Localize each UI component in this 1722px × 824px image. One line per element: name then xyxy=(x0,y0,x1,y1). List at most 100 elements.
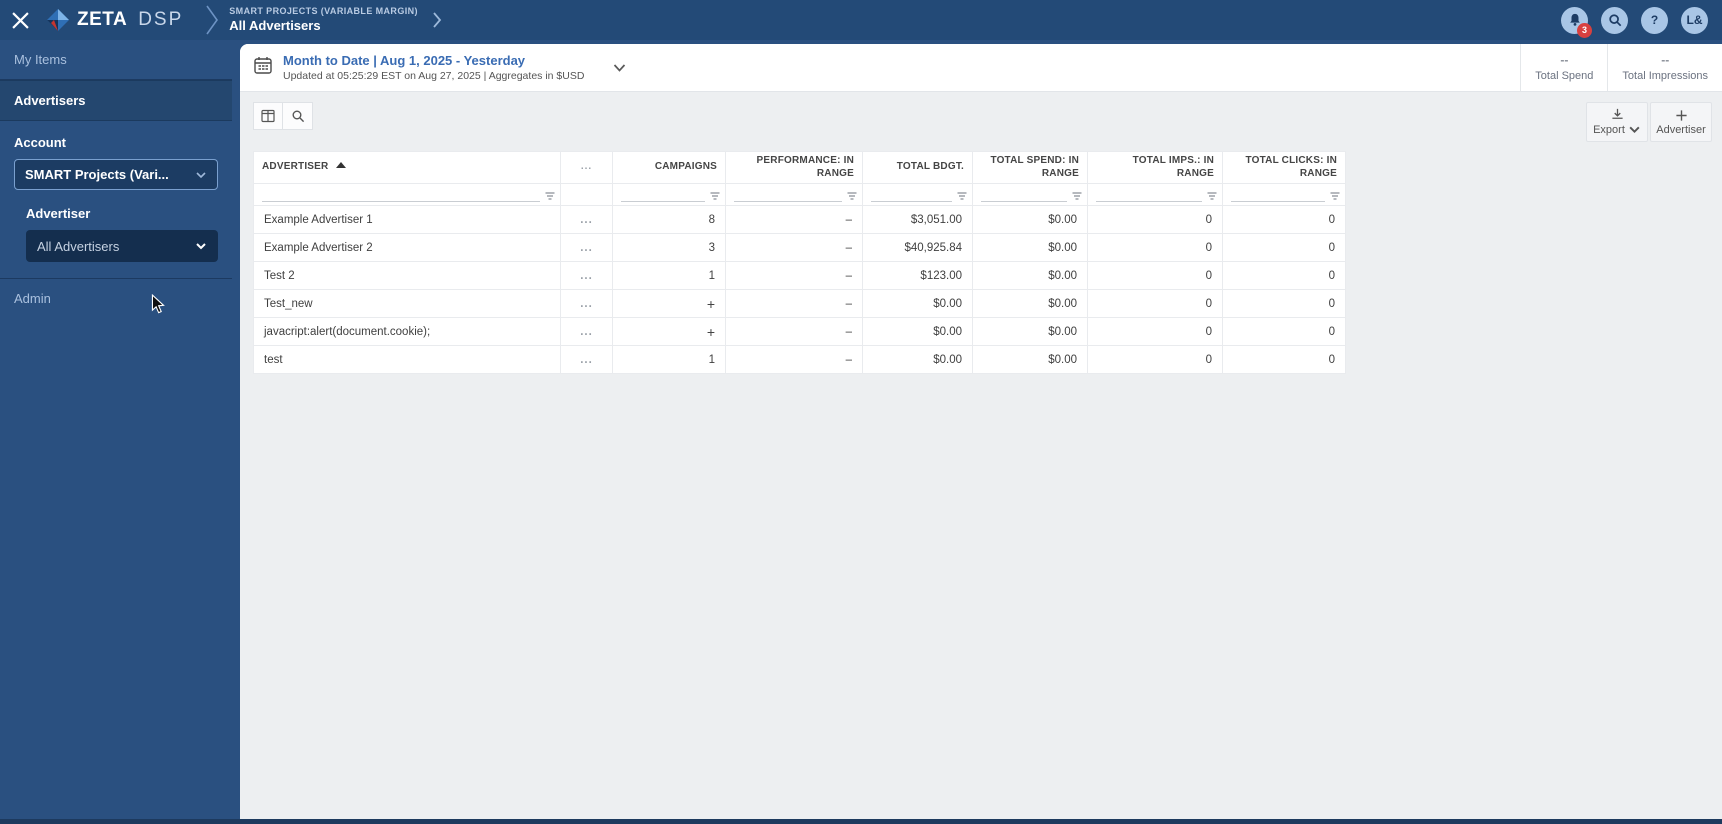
export-button[interactable]: Export xyxy=(1586,102,1648,142)
filter-icon[interactable] xyxy=(1329,190,1341,202)
row-actions-button[interactable]: ... xyxy=(560,289,613,318)
column-header[interactable]: CAMPAIGNS xyxy=(612,151,726,184)
column-header[interactable]: PERFORMANCE: IN RANGE xyxy=(725,151,863,184)
column-header[interactable]: ... xyxy=(560,151,613,184)
filter-input[interactable] xyxy=(734,190,842,202)
cell: $0.00 xyxy=(862,289,973,318)
account-select-value: SMART Projects (Vari... xyxy=(25,167,169,182)
add-campaign-button[interactable]: + xyxy=(612,317,726,346)
add-campaign-button[interactable]: + xyxy=(612,289,726,318)
breadcrumb-next-icon[interactable] xyxy=(432,12,442,28)
date-bar: Month to Date | Aug 1, 2025 - Yesterday … xyxy=(240,44,1722,92)
row-actions-button[interactable]: ... xyxy=(560,205,613,234)
table-row[interactable]: Test_new... + – $0.00 $0.00 0 0 xyxy=(253,289,1346,318)
filter-icon[interactable] xyxy=(709,190,721,202)
advertiser-name-cell[interactable]: Test 2 xyxy=(253,261,561,290)
table-row[interactable]: Example Advertiser 1... 8– $3,051.00 $0.00 0… xyxy=(253,205,1346,234)
notification-badge: 3 xyxy=(1577,22,1592,38)
column-header[interactable]: TOTAL CLICKS: IN RANGE xyxy=(1222,151,1346,184)
table-row[interactable]: Example Advertiser 2... 3– $40,925.84 $0.00… xyxy=(253,233,1346,262)
column-header[interactable]: TOTAL BDGT. xyxy=(862,151,973,184)
sidebar-item-advertisers[interactable]: Advertisers xyxy=(0,80,232,121)
column-header[interactable]: ADVERTISER xyxy=(253,151,561,184)
filter-input[interactable] xyxy=(1231,190,1325,202)
cell: 0 xyxy=(1222,205,1346,234)
cell: 0 xyxy=(1087,289,1223,318)
cell: 0 xyxy=(1222,317,1346,346)
table-row[interactable]: javacript:alert(document.cookie);... + – $0… xyxy=(253,317,1346,346)
account-select[interactable]: SMART Projects (Vari... xyxy=(14,159,218,190)
row-actions-button[interactable]: ... xyxy=(560,233,613,262)
row-actions-button[interactable]: ... xyxy=(560,345,613,374)
breadcrumb-page: All Advertisers xyxy=(229,17,321,33)
filter-input[interactable] xyxy=(981,190,1067,202)
advertiser-name-cell[interactable]: javacript:alert(document.cookie); xyxy=(253,317,561,346)
global-search-button[interactable] xyxy=(1601,6,1628,34)
notifications-button[interactable]: 3 xyxy=(1561,6,1592,38)
cell: – xyxy=(725,317,863,346)
filter-cell xyxy=(1087,183,1223,206)
add-advertiser-label: Advertiser xyxy=(1656,123,1706,136)
cell: $0.00 xyxy=(972,289,1088,318)
filter-input[interactable] xyxy=(871,190,952,202)
stat-label: Total Spend xyxy=(1535,70,1594,82)
advertiser-name-cell[interactable]: Example Advertiser 1 xyxy=(253,205,561,234)
export-label: Export xyxy=(1593,123,1625,136)
close-icon[interactable] xyxy=(0,0,40,40)
filter-input[interactable] xyxy=(1096,190,1202,202)
columns-button[interactable] xyxy=(253,102,283,130)
filter-icon[interactable] xyxy=(1071,190,1083,202)
row-actions-button[interactable]: ... xyxy=(560,261,613,290)
cell: 3 xyxy=(612,233,726,262)
table-row[interactable]: test... 1– $0.00 $0.00 0 0 xyxy=(253,345,1346,374)
column-header[interactable]: TOTAL IMPS.: IN RANGE xyxy=(1087,151,1223,184)
row-actions-button[interactable]: ... xyxy=(560,317,613,346)
download-icon xyxy=(1611,108,1623,119)
date-updated-text: Updated at 05:25:29 EST on Aug 27, 2025 … xyxy=(283,70,585,83)
logo-text-zeta: ZETA xyxy=(77,9,128,30)
filter-cell xyxy=(972,183,1088,206)
advertiser-name-cell[interactable]: test xyxy=(253,345,561,374)
cell: 1 xyxy=(612,261,726,290)
filter-icon[interactable] xyxy=(846,190,858,202)
filter-icon[interactable] xyxy=(1206,190,1218,202)
cell: 0 xyxy=(1087,233,1223,262)
help-button[interactable]: ? xyxy=(1641,6,1668,34)
cell: $40,925.84 xyxy=(862,233,973,262)
plus-icon xyxy=(1675,109,1687,121)
cell: 0 xyxy=(1087,205,1223,234)
avatar[interactable]: L& xyxy=(1681,6,1708,34)
breadcrumb-account: SMART PROJECTS (VARIABLE MARGIN) xyxy=(229,6,418,17)
filter-cell xyxy=(1222,183,1346,206)
filter-cell xyxy=(725,183,863,206)
cell: – xyxy=(725,233,863,262)
stat-value: -- xyxy=(1560,53,1569,67)
search-icon xyxy=(1608,14,1621,27)
column-header[interactable]: TOTAL SPEND: IN RANGE xyxy=(972,151,1088,184)
filter-input[interactable] xyxy=(262,190,540,202)
breadcrumb[interactable]: SMART PROJECTS (VARIABLE MARGIN) All Adv… xyxy=(229,6,418,34)
topbar-actions: 3 ? L& xyxy=(1561,6,1722,38)
cell: $123.00 xyxy=(862,261,973,290)
sidebar-item-admin[interactable]: Admin xyxy=(0,279,232,318)
sidebar: My Items Advertisers Account SMART Proje… xyxy=(0,40,232,824)
advertiser-name-cell[interactable]: Test_new xyxy=(253,289,561,318)
date-range-link[interactable]: Month to Date | Aug 1, 2025 - Yesterday xyxy=(283,52,584,70)
calendar-icon xyxy=(253,55,273,80)
cell: $0.00 xyxy=(862,317,973,346)
advertiser-select[interactable]: All Advertisers xyxy=(26,230,218,262)
filter-icon[interactable] xyxy=(956,190,968,202)
table-search-button[interactable] xyxy=(283,102,313,130)
advertiser-label: Advertiser xyxy=(26,206,91,221)
filter-icon[interactable] xyxy=(544,190,556,202)
sidebar-item-my-items[interactable]: My Items xyxy=(0,40,232,79)
zeta-logo-icon xyxy=(47,9,69,31)
advertiser-name-cell[interactable]: Example Advertiser 2 xyxy=(253,233,561,262)
bottom-edge-bar xyxy=(0,819,1722,824)
zeta-dsp-logo[interactable]: ZETA DSP xyxy=(46,8,183,32)
date-range-chevron-icon[interactable] xyxy=(612,60,627,75)
table-row[interactable]: Test 2... 1– $123.00 $0.00 0 0 xyxy=(253,261,1346,290)
logo-text-dsp: DSP xyxy=(138,9,184,30)
filter-input[interactable] xyxy=(621,190,705,202)
add-advertiser-button[interactable]: Advertiser xyxy=(1650,102,1712,142)
